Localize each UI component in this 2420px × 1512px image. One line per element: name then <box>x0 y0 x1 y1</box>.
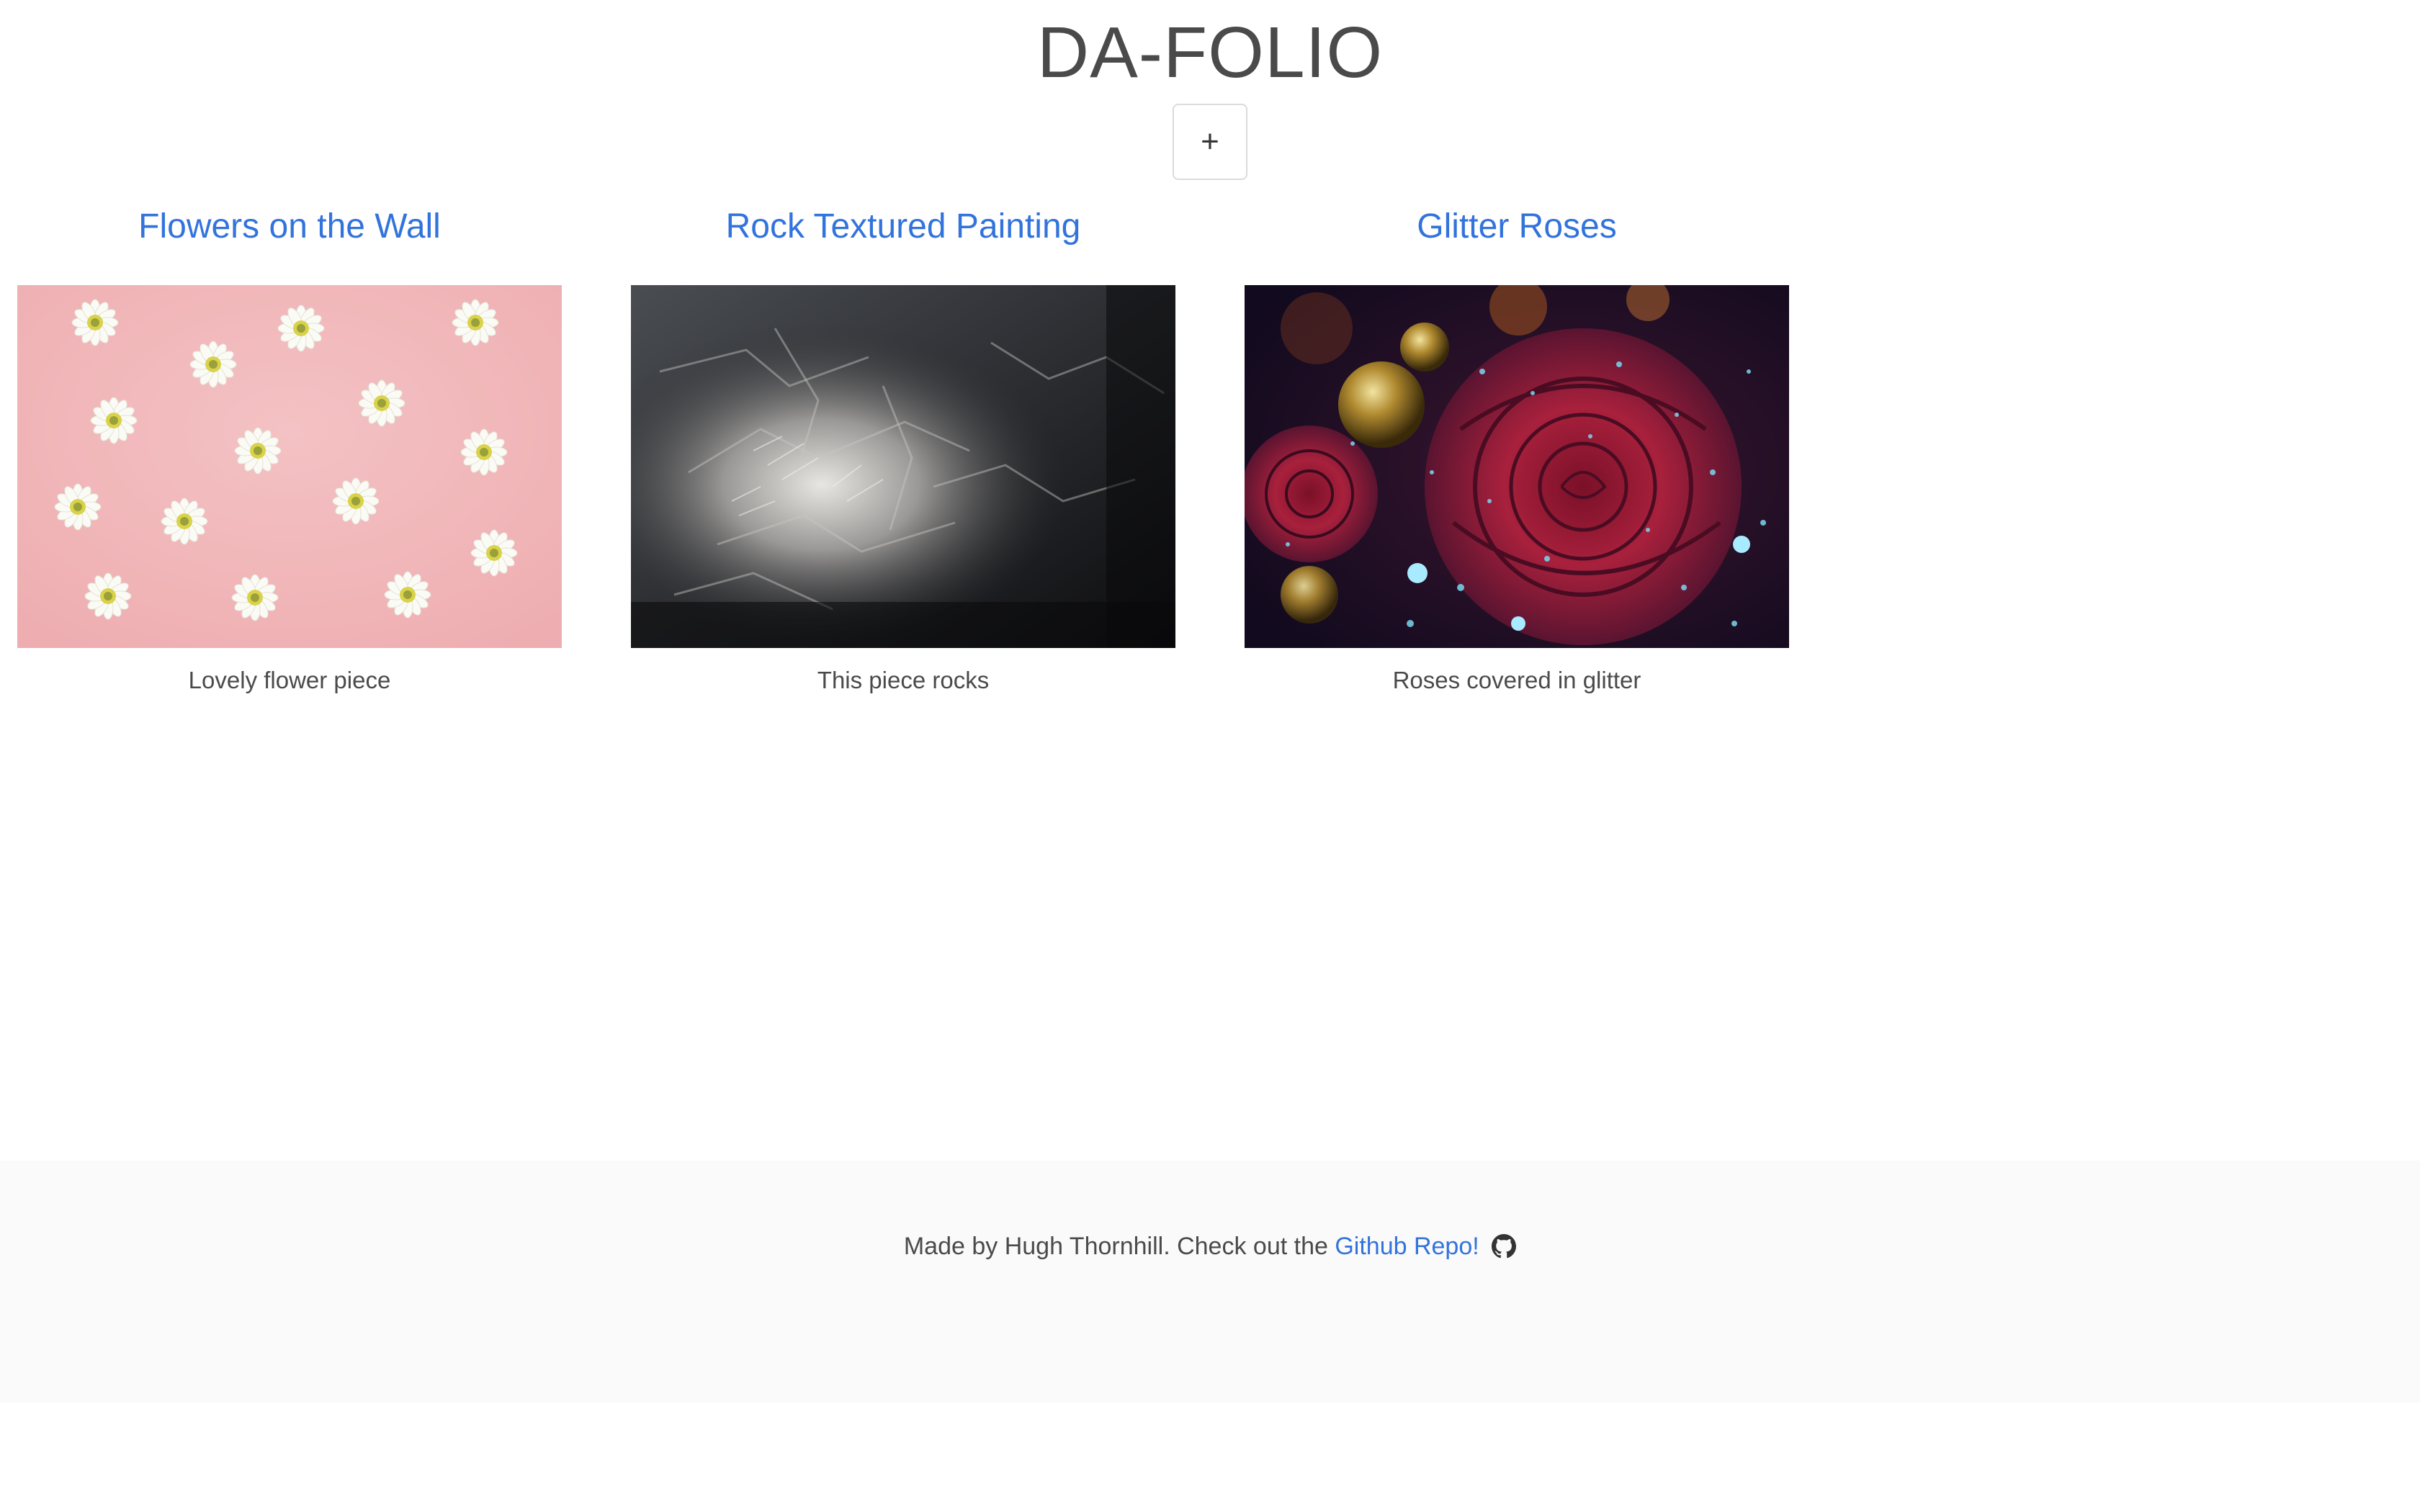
card-image-roses[interactable] <box>1245 285 1789 648</box>
gallery-card: Glitter Roses Roses covered in glitter <box>1245 194 1789 693</box>
card-title-link[interactable]: Rock Textured Painting <box>631 194 1175 259</box>
card-image-rock[interactable] <box>631 285 1175 648</box>
footer-credit: Made by Hugh Thornhill. Check out the <box>903 1233 1335 1260</box>
gallery-card: Flowers on the Wall Lovely flower piece <box>17 194 562 693</box>
rock-image <box>631 285 1175 648</box>
card-caption: Lovely flower piece <box>188 667 391 693</box>
flowers-image <box>17 285 562 648</box>
card-title-link[interactable]: Glitter Roses <box>1245 194 1789 259</box>
roses-image <box>1245 285 1789 648</box>
card-image-flowers[interactable] <box>17 285 562 648</box>
card-caption: This piece rocks <box>817 667 990 693</box>
add-piece-button[interactable]: + <box>1173 104 1247 180</box>
site-title: DA-FOLIO <box>1036 12 1384 93</box>
github-icon[interactable] <box>1492 1234 1517 1259</box>
card-caption: Roses covered in glitter <box>1392 667 1641 693</box>
footer: Made by Hugh Thornhill. Check out the Gi… <box>0 1161 2420 1403</box>
card-title-link[interactable]: Flowers on the Wall <box>17 194 562 259</box>
github-repo-link[interactable]: Github Repo! <box>1335 1233 1479 1260</box>
gallery-card: Rock Textured Painting This piece rocks <box>631 194 1175 693</box>
footer-text: Made by Hugh Thornhill. Check out the Gi… <box>0 1228 2420 1264</box>
page: DA-FOLIO + Flowers on the Wall Lovely fl… <box>0 0 2420 1512</box>
